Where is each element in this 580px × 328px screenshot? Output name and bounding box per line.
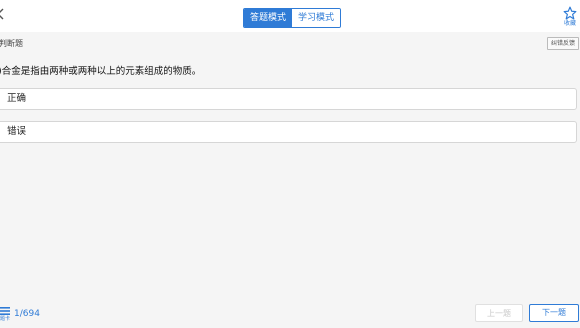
option-false[interactable]: 错误 <box>0 121 577 143</box>
answer-sheet-button[interactable]: 题卡 <box>0 306 12 322</box>
option-label: 错误 <box>7 126 27 137</box>
footer: 题卡 1/694 上一题 下一题 <box>0 296 580 328</box>
question-type: 判断题 <box>0 39 23 48</box>
list-icon <box>0 306 12 316</box>
star-icon <box>560 6 580 20</box>
option-label: 正确 <box>7 93 27 104</box>
mode-switch: 答题模式 学习模式 <box>243 8 342 28</box>
favorite-label: 收藏 <box>563 20 576 27</box>
study-mode-tab[interactable]: 学习模式 <box>292 9 341 27</box>
answer-mode-tab[interactable]: 答题模式 <box>244 9 293 27</box>
progress-counter: 1/694 <box>14 309 40 319</box>
answer-sheet-label: 题卡 <box>0 316 10 322</box>
option-true[interactable]: 正确 <box>0 88 577 110</box>
next-question-button[interactable]: 下一题 <box>529 304 579 322</box>
question-text: )合金是指由两种或两种以上的元素组成的物质。 <box>0 66 202 77</box>
chevron-left-icon[interactable] <box>0 6 8 20</box>
report-error-button[interactable]: 纠错反馈 <box>547 37 580 50</box>
top-bar: 答题模式 学习模式 收藏 <box>0 0 580 32</box>
prev-question-button: 上一题 <box>475 304 523 322</box>
favorite-button[interactable]: 收藏 <box>560 6 580 28</box>
